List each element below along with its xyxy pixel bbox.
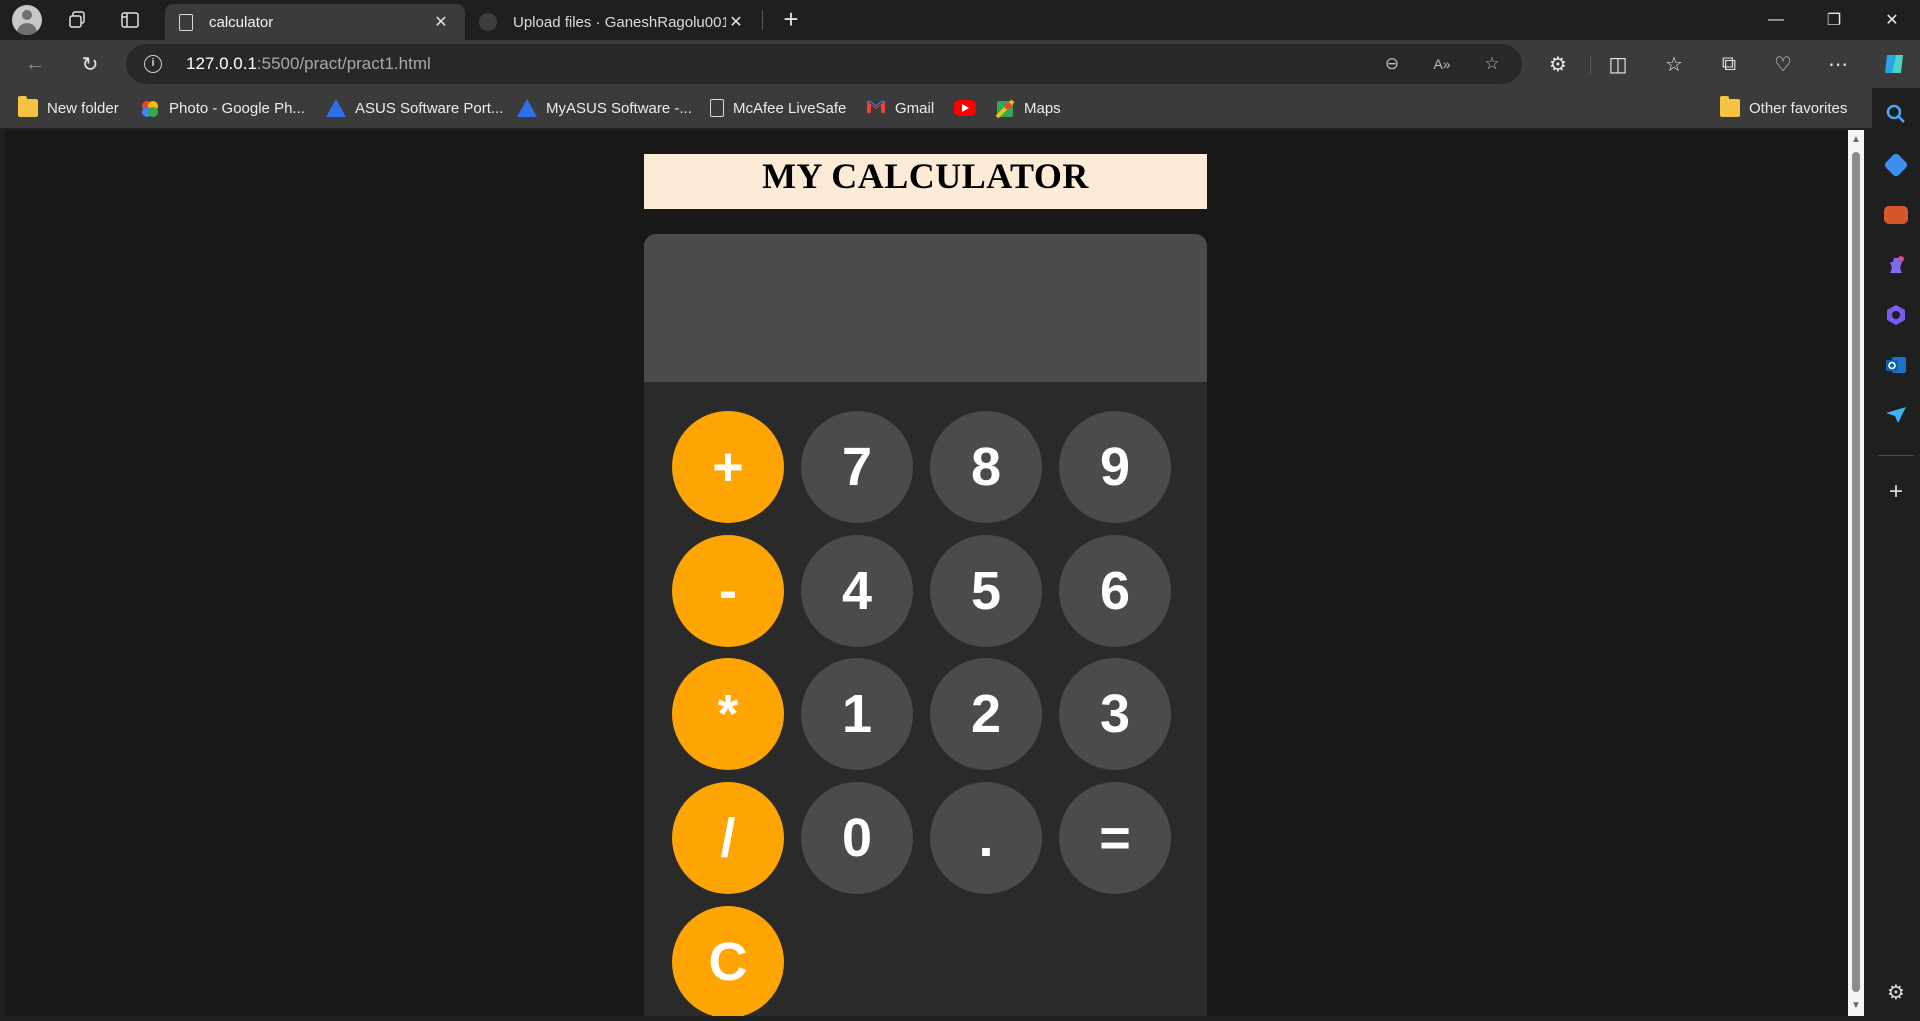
key-2[interactable]: 2 bbox=[930, 658, 1042, 770]
other-favorites[interactable]: Other favorites bbox=[1720, 96, 1847, 120]
back-icon[interactable]: ← bbox=[17, 48, 53, 80]
gmail-icon bbox=[866, 99, 886, 117]
favorite-youtube[interactable] bbox=[954, 96, 985, 120]
zoom-out-icon[interactable]: ⊖ bbox=[1378, 52, 1406, 76]
page-icon bbox=[710, 99, 724, 117]
read-aloud-icon[interactable]: A» bbox=[1428, 52, 1456, 76]
page-title: MY CALCULATOR bbox=[762, 156, 1089, 196]
key-subtract[interactable]: - bbox=[672, 535, 784, 647]
drop-send-icon[interactable] bbox=[1884, 403, 1908, 427]
close-tab-icon[interactable]: ✕ bbox=[431, 12, 451, 32]
new-tab-button[interactable]: + bbox=[776, 6, 806, 34]
folder-icon bbox=[18, 96, 38, 117]
browser-window: calculator ✕ Upload files · GaneshRagolu… bbox=[0, 0, 1920, 1021]
close-window-icon[interactable]: ✕ bbox=[1864, 0, 1920, 40]
browser-essentials-icon[interactable]: ♡ bbox=[1765, 48, 1801, 80]
toolbar-divider bbox=[1590, 56, 1591, 74]
key-9[interactable]: 9 bbox=[1059, 411, 1171, 523]
address-bar[interactable]: i 127.0.0.1:5500/pract/pract1.html ⊖ A» … bbox=[126, 44, 1522, 84]
scroll-down-icon[interactable]: ▼ bbox=[1851, 1000, 1861, 1011]
tab-divider bbox=[762, 10, 763, 30]
maps-icon bbox=[995, 99, 1015, 119]
youtube-icon bbox=[954, 100, 976, 116]
tools-briefcase-icon[interactable] bbox=[1884, 206, 1908, 224]
asus-icon bbox=[517, 99, 537, 117]
extensions-icon[interactable]: ⚙ bbox=[1540, 48, 1576, 80]
asus-icon bbox=[326, 99, 346, 117]
page-viewport: MY CALCULATOR + 7 8 9 - 4 5 6 * 1 2 3 / … bbox=[5, 130, 1848, 1016]
shopping-tag-icon[interactable] bbox=[1883, 152, 1909, 178]
profile-avatar-icon[interactable] bbox=[7, 5, 47, 35]
collections-icon[interactable]: ⧉ bbox=[1711, 48, 1747, 80]
key-7[interactable]: 7 bbox=[801, 411, 913, 523]
split-screen-icon[interactable]: ◫ bbox=[1600, 48, 1636, 80]
add-sidebar-app-icon[interactable]: + bbox=[1884, 480, 1908, 505]
key-clear[interactable]: C bbox=[672, 906, 784, 1016]
page-scrollbar[interactable]: ▲ ▼ bbox=[1848, 130, 1864, 1016]
key-4[interactable]: 4 bbox=[801, 535, 913, 647]
tab-calculator[interactable]: calculator ✕ bbox=[165, 4, 465, 40]
google-photos-icon bbox=[140, 99, 160, 117]
navigation-bar: ← ↻ i 127.0.0.1:5500/pract/pract1.html ⊖… bbox=[0, 40, 1920, 88]
scrollbar-thumb[interactable] bbox=[1852, 152, 1860, 992]
document-icon bbox=[179, 13, 193, 31]
calculator-display bbox=[644, 234, 1207, 382]
tab-title: Upload files · GaneshRagolu001/ bbox=[513, 13, 726, 31]
vertical-tabs-icon[interactable] bbox=[110, 6, 150, 34]
scroll-up-icon[interactable]: ▲ bbox=[1851, 134, 1861, 145]
restore-icon[interactable]: ❐ bbox=[1806, 0, 1862, 40]
favorite-gmail[interactable]: Gmail bbox=[866, 96, 934, 120]
more-options-icon[interactable]: ⋯ bbox=[1820, 48, 1856, 80]
favorites-icon[interactable]: ☆ bbox=[1656, 48, 1692, 80]
microsoft-365-icon[interactable] bbox=[1884, 303, 1908, 327]
tab-upload-files[interactable]: Upload files · GaneshRagolu001/ ✕ bbox=[465, 4, 760, 40]
calculator-header: MY CALCULATOR bbox=[644, 154, 1207, 209]
workspaces-icon[interactable] bbox=[57, 6, 97, 34]
tab-title: calculator bbox=[209, 13, 274, 31]
favorite-myasus-software[interactable]: MyASUS Software -... bbox=[517, 96, 692, 120]
outlook-icon[interactable] bbox=[1884, 353, 1908, 377]
favorite-google-photos[interactable]: Photo - Google Ph... bbox=[140, 96, 305, 120]
sidebar-divider bbox=[1878, 455, 1914, 456]
sidebar-settings-icon[interactable]: ⚙ bbox=[1884, 981, 1908, 1005]
refresh-icon[interactable]: ↻ bbox=[72, 48, 108, 80]
url-text[interactable]: 127.0.0.1:5500/pract/pract1.html bbox=[186, 54, 431, 74]
folder-icon bbox=[1720, 96, 1740, 117]
key-equals[interactable]: = bbox=[1059, 782, 1171, 894]
favorite-star-icon[interactable]: ☆ bbox=[1478, 52, 1506, 76]
key-0[interactable]: 0 bbox=[801, 782, 913, 894]
favorite-new-folder[interactable]: New folder bbox=[18, 96, 119, 120]
favorite-maps[interactable]: Maps bbox=[995, 96, 1061, 120]
key-6[interactable]: 6 bbox=[1059, 535, 1171, 647]
key-divide[interactable]: / bbox=[672, 782, 784, 894]
title-bar: calculator ✕ Upload files · GaneshRagolu… bbox=[0, 0, 1920, 40]
favorites-bar: New folder Photo - Google Ph... ASUS Sof… bbox=[0, 88, 1920, 128]
copilot-icon[interactable] bbox=[1876, 48, 1912, 80]
calculator: + 7 8 9 - 4 5 6 * 1 2 3 / 0 . = C bbox=[644, 234, 1207, 1016]
key-1[interactable]: 1 bbox=[801, 658, 913, 770]
key-5[interactable]: 5 bbox=[930, 535, 1042, 647]
favorite-asus-software-portal[interactable]: ASUS Software Port... bbox=[326, 96, 503, 120]
minimize-icon[interactable]: — bbox=[1748, 0, 1804, 40]
key-add[interactable]: + bbox=[672, 411, 784, 523]
site-info-icon[interactable]: i bbox=[144, 55, 162, 73]
key-decimal[interactable]: . bbox=[930, 782, 1042, 894]
key-3[interactable]: 3 bbox=[1059, 658, 1171, 770]
github-icon bbox=[479, 13, 497, 31]
key-8[interactable]: 8 bbox=[930, 411, 1042, 523]
close-tab-icon[interactable]: ✕ bbox=[726, 12, 746, 32]
key-multiply[interactable]: * bbox=[672, 658, 784, 770]
search-icon[interactable] bbox=[1884, 102, 1908, 126]
games-icon[interactable] bbox=[1884, 253, 1908, 277]
edge-sidebar: + ⚙ bbox=[1872, 88, 1920, 1021]
favorite-mcafee-livesafe[interactable]: McAfee LiveSafe bbox=[710, 96, 846, 120]
